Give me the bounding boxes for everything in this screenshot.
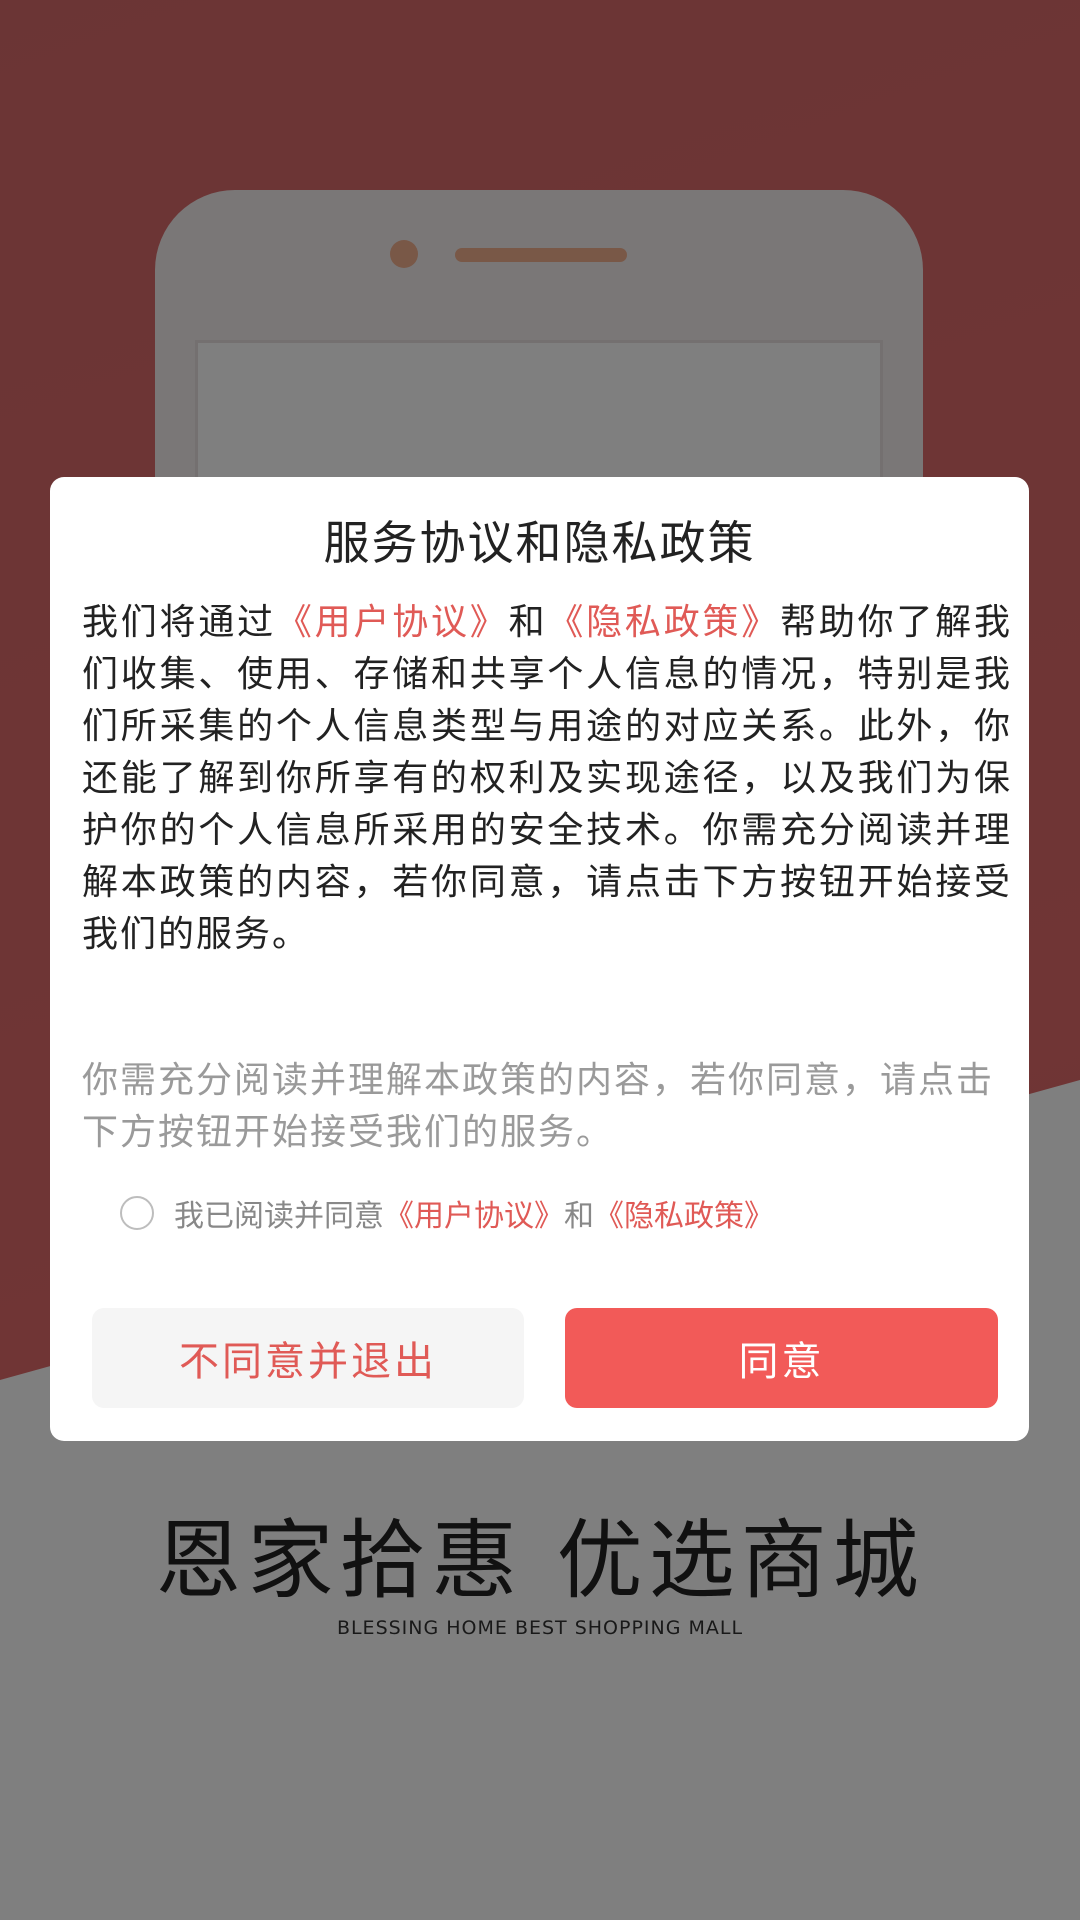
consent-privacy-policy-link[interactable]: 《隐私政策》 (594, 1191, 774, 1235)
privacy-dialog: 服务协议和隐私政策 我们将通过《用户协议》和《隐私政策》帮助你了解我们收集、使用… (50, 477, 1029, 1441)
body-text-main: 帮助你了解我们收集、使用、存储和共享个人信息的情况，特别是我们所采集的个人信息类… (82, 602, 1012, 955)
consent-radio[interactable] (120, 1196, 154, 1230)
body-text-and: 和 (508, 602, 548, 643)
dialog-title: 服务协议和隐私政策 (323, 516, 756, 570)
consent-row[interactable]: 我已阅读并同意 《用户协议》 和 《隐私政策》 (120, 1191, 774, 1235)
body-text-intro: 我们将通过 (82, 602, 276, 643)
privacy-policy-link[interactable]: 《隐私政策》 (547, 602, 780, 643)
dialog-body: 我们将通过《用户协议》和《隐私政策》帮助你了解我们收集、使用、存储和共享个人信息… (82, 597, 1012, 961)
consent-and: 和 (564, 1199, 594, 1234)
dialog-note: 你需充分阅读并理解本政策的内容，若你同意，请点击下方按钮开始接受我们的服务。 (82, 1060, 995, 1153)
agree-button[interactable]: 同意 (565, 1308, 998, 1408)
decline-exit-button[interactable]: 不同意并退出 (92, 1308, 524, 1408)
user-agreement-link[interactable]: 《用户协议》 (276, 602, 509, 643)
consent-prefix: 我已阅读并同意 (174, 1199, 384, 1234)
consent-user-agreement-link[interactable]: 《用户协议》 (384, 1191, 564, 1235)
